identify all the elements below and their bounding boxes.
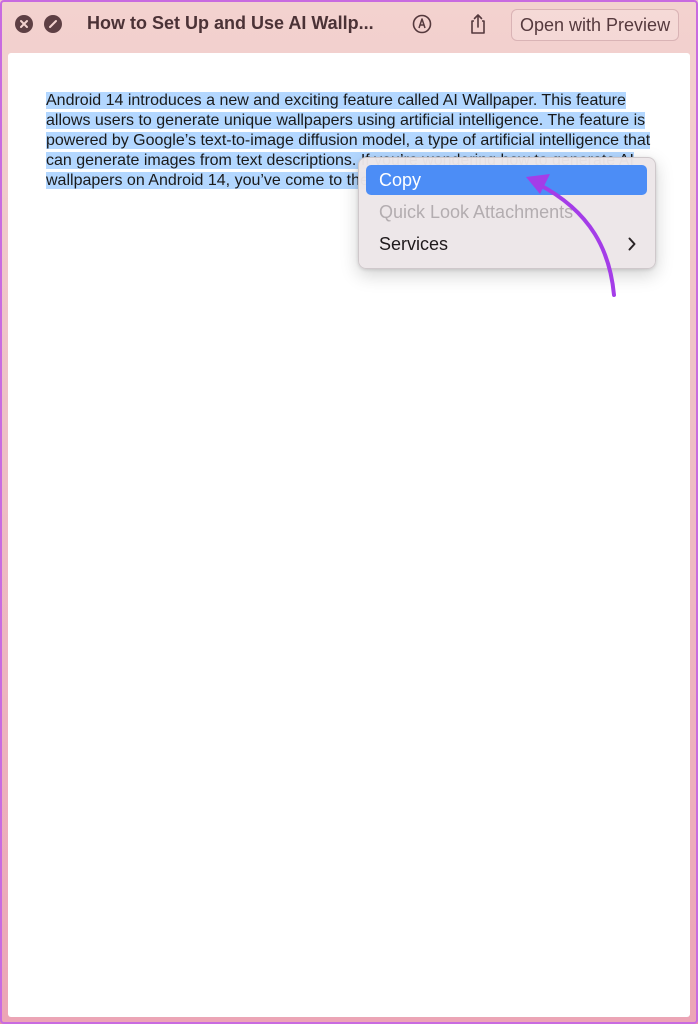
hide-icon bbox=[49, 20, 57, 28]
share-icon bbox=[471, 14, 485, 34]
window-title: How to Set Up and Use AI Wallp... bbox=[87, 13, 374, 33]
open-with-preview-button[interactable]: Open with Preview bbox=[511, 9, 680, 41]
markup-button[interactable] bbox=[410, 12, 434, 36]
quick-look-window: How to Set Up and Use AI Wallp... Open w… bbox=[0, 0, 698, 1024]
hide-button[interactable] bbox=[44, 15, 62, 33]
close-icon bbox=[20, 20, 28, 28]
menu-item-label: Copy bbox=[379, 170, 422, 190]
share-button[interactable] bbox=[466, 12, 490, 36]
menu-item-label: Services bbox=[379, 234, 449, 254]
markup-icon bbox=[412, 14, 432, 34]
title-bar: How to Set Up and Use AI Wallp... Open w… bbox=[2, 2, 696, 48]
annotation-arrow-icon bbox=[526, 174, 616, 297]
close-button[interactable] bbox=[15, 15, 33, 33]
